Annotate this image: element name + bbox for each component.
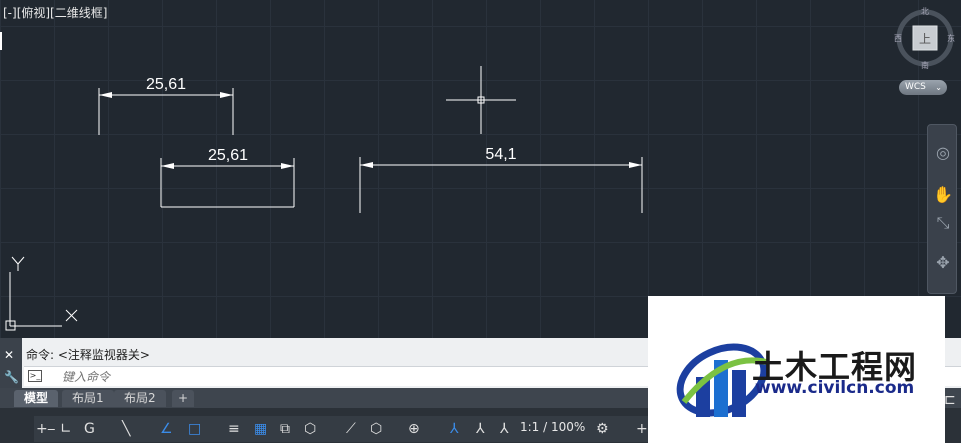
add-layout-button[interactable]: +: [172, 390, 195, 407]
chevron-down-icon: ⌄: [935, 83, 942, 92]
tab-layout2[interactable]: 布局2: [114, 390, 166, 407]
wcs-label: WCS: [905, 82, 926, 92]
command-history: 命令: <注释监视器关>: [26, 348, 150, 362]
dynamic-ucs-icon[interactable]: □: [188, 419, 201, 439]
plus-icon[interactable]: +: [636, 419, 648, 439]
zoom-icon[interactable]: ⤡: [931, 211, 955, 235]
object-snap-track-icon[interactable]: ∠: [160, 419, 173, 439]
compass-north[interactable]: 北: [921, 7, 929, 16]
dimension-2[interactable]: [160, 158, 295, 208]
crosshair-cursor: [446, 66, 516, 134]
dimension-3-text: 54,1: [485, 146, 516, 163]
auto-scale-icon[interactable]: ⅄: [476, 419, 485, 439]
watermark-url: www.civilcn.com: [755, 378, 915, 398]
ucs-icon: [5, 256, 78, 331]
pan-icon[interactable]: ✋: [931, 183, 955, 207]
gizmo-icon[interactable]: ⊕: [408, 419, 420, 439]
osnap-icon[interactable]: ╲: [122, 419, 130, 439]
transparency-icon[interactable]: ▦: [254, 419, 267, 439]
annotation-scale-icon[interactable]: ⅄: [500, 419, 509, 439]
compass-east[interactable]: 东: [947, 33, 955, 43]
polar-icon[interactable]: G: [84, 419, 95, 439]
steering-wheel-icon[interactable]: ◎: [931, 141, 955, 165]
3d-osnap-icon[interactable]: ⬡: [304, 419, 316, 439]
annotation-visibility-icon[interactable]: ⅄: [450, 419, 459, 439]
grid-snap-icon[interactable]: +⎯: [36, 419, 55, 439]
dimension-1-text: 25,61: [146, 76, 186, 93]
watermark: 土木工程网 www.civilcn.com: [648, 296, 945, 443]
scale-selector[interactable]: 1:1 / 100%: [520, 420, 585, 434]
wcs-menu[interactable]: WCS ⌄: [899, 80, 947, 95]
gear-icon[interactable]: ⚙: [596, 419, 609, 439]
lineweight-icon[interactable]: ≡: [228, 419, 240, 439]
navigation-bar: ◎ ✋ ⤡ ✥: [927, 124, 957, 294]
orbit-icon[interactable]: ✥: [931, 251, 955, 275]
drawing-geometry[interactable]: 25,61 25,61 54,1: [0, 0, 961, 338]
dimension-2-text: 25,61: [208, 147, 248, 164]
viewcube-face-label: 上: [919, 32, 931, 46]
compass-west[interactable]: 西: [894, 34, 902, 43]
layout-icon[interactable]: ⊏: [944, 390, 956, 410]
compass-south[interactable]: 南: [921, 60, 929, 70]
ortho-icon[interactable]: ∟: [60, 419, 72, 439]
prompt-icon[interactable]: >_: [28, 370, 42, 382]
isometric-icon[interactable]: ⬡: [370, 419, 382, 439]
tab-model[interactable]: 模型: [14, 390, 59, 407]
selection-cycling-icon[interactable]: ⧉: [280, 419, 290, 439]
wrench-icon[interactable]: 🔧: [4, 370, 19, 384]
viewcube[interactable]: 上 北 南 东 西: [893, 6, 957, 70]
dimension-3[interactable]: [359, 157, 643, 213]
drawing-canvas[interactable]: [-][俯视][二维线框] 25,61 25,61 54,1 上 北 南 东 西…: [0, 0, 961, 338]
command-line-grip[interactable]: ✕ 🔧: [0, 338, 22, 388]
tab-layout1[interactable]: 布局1: [62, 390, 114, 407]
dynamic-input-icon[interactable]: ⟋: [346, 419, 356, 439]
close-icon[interactable]: ✕: [4, 348, 14, 362]
dimension-1[interactable]: [98, 88, 234, 135]
command-input[interactable]: [62, 368, 662, 385]
